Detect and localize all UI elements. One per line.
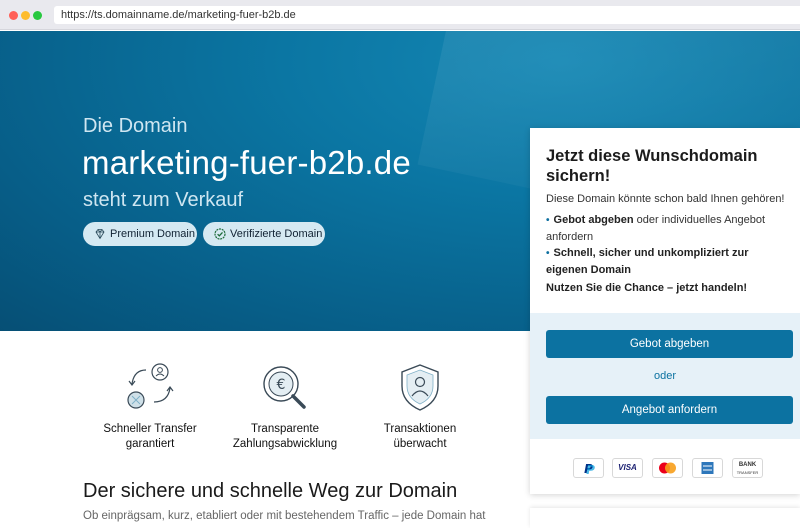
bank-transfer-icon: BANK TRANSFER <box>732 458 763 478</box>
svg-text:P: P <box>586 463 595 477</box>
feature-fast-transfer-line1: Schneller Transfer <box>103 423 197 435</box>
transfer-icon <box>127 363 174 409</box>
visa-icon: VISA <box>612 458 643 478</box>
hero-domain-name: marketing-fuer-b2b.de <box>82 144 411 181</box>
place-bid-button[interactable]: Gebot abgeben <box>546 330 793 358</box>
shield-person-icon <box>401 364 439 411</box>
purchase-card: Jetzt diese Wunschdomain sichern! Diese … <box>530 128 800 494</box>
bank-transfer-line2: TRANSFER <box>736 470 759 475</box>
request-offer-button[interactable]: Angebot anfordern <box>546 396 793 424</box>
feature-monitored-line1: Transaktionen <box>383 423 457 435</box>
card-action-area: Gebot abgeben oder Angebot anfordern <box>530 313 800 439</box>
bank-transfer-line1: BANK <box>738 462 757 468</box>
card-lead: Diese Domain könnte schon bald Ihnen geh… <box>546 193 785 205</box>
bullet-dot-icon: • <box>546 215 550 226</box>
paypal-icon: PP <box>573 458 604 478</box>
minimize-window-dot[interactable] <box>21 11 30 20</box>
browser-toolbar: https://ts.domainname.de/marketing-fuer-… <box>0 0 800 30</box>
feature-transparent-payment-line2: Zahlungsabwicklung <box>232 438 338 450</box>
feature-transparent-payment-line1: Transparente <box>251 423 319 435</box>
card-bullet-fast: • Schnell, sicher und unkompliziert zur e… <box>546 245 791 278</box>
hero-pretitle: Die Domain <box>83 115 188 137</box>
feature-fast-transfer: Schneller Transfer garantiert <box>75 362 225 452</box>
american-express-icon <box>692 458 723 478</box>
mastercard-icon <box>652 458 683 478</box>
card-cta-note: Nutzen Sie die Chance – jetzt handeln! <box>546 282 748 294</box>
diamond-icon <box>95 229 105 240</box>
hero-subtitle: steht zum Verkauf <box>83 189 244 211</box>
feature-monitored-line2: überwacht <box>393 438 447 450</box>
or-separator: oder <box>653 370 677 382</box>
address-bar[interactable]: https://ts.domainname.de/marketing-fuer-… <box>54 6 800 24</box>
verified-domain-label: Verifizierte Domain <box>230 228 323 240</box>
feature-transparent-payment: € Transparente Zahlungsabwicklung <box>210 362 360 452</box>
svg-text:€: € <box>277 377 286 393</box>
card-bullet-bid: • Gebot abgeben oder individuelles Angebo… <box>546 212 791 245</box>
card-bullet-bid-strong: Gebot abgeben <box>553 214 634 226</box>
feature-fast-transfer-line2: garantiert <box>125 438 175 450</box>
close-window-dot[interactable] <box>9 11 18 20</box>
feature-monitored-transactions: Transaktionen überwacht <box>345 362 495 452</box>
euro-magnifier-icon: € <box>263 366 306 409</box>
premium-domain-badge: Premium Domain <box>83 222 197 246</box>
section-heading: Der sichere und schnelle Weg zur Domain <box>83 480 458 502</box>
secondary-card-edge <box>530 508 800 528</box>
bullet-dot-icon: • <box>546 248 550 259</box>
maximize-window-dot[interactable] <box>33 11 42 20</box>
verified-check-icon <box>214 228 226 240</box>
section-paragraph: Ob einprägsam, kurz, etabliert oder mit … <box>83 510 486 522</box>
card-bullet-fast-strong: Schnell, sicher und unkompliziert zur ei… <box>546 247 749 276</box>
premium-domain-label: Premium Domain <box>110 228 195 240</box>
card-title: Jetzt diese Wunschdomain sichern! <box>546 147 758 185</box>
verified-domain-badge: Verifizierte Domain <box>203 222 325 246</box>
